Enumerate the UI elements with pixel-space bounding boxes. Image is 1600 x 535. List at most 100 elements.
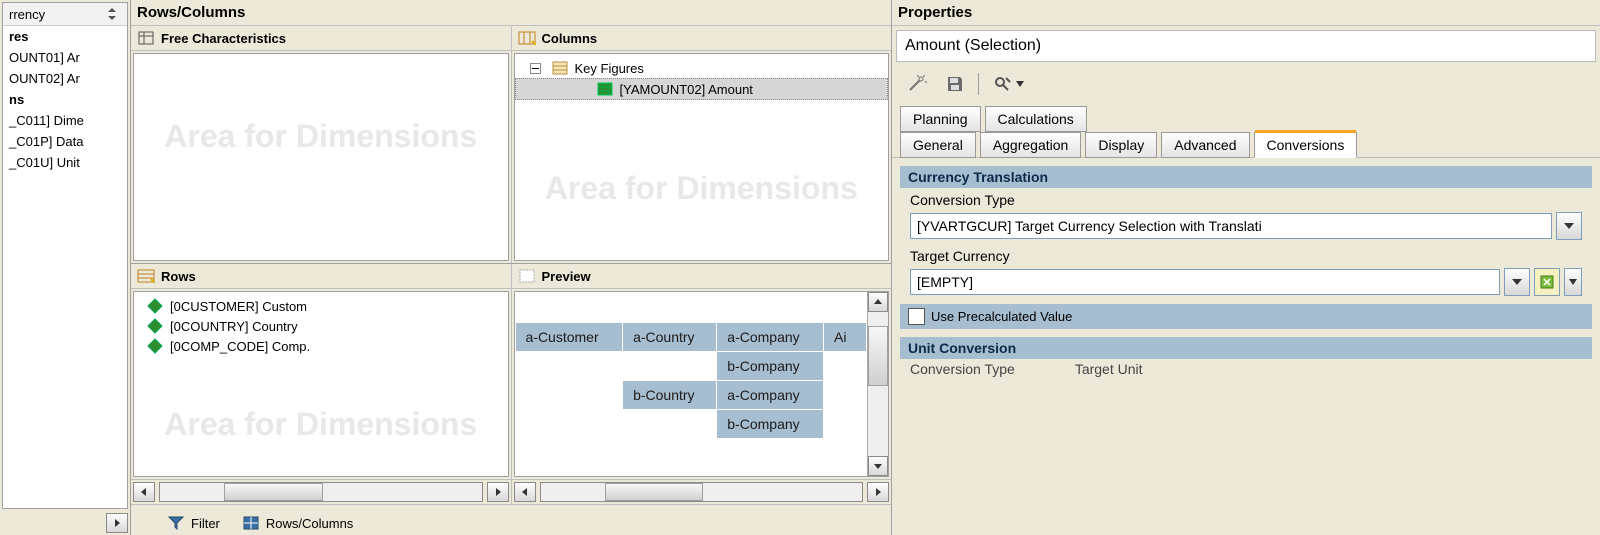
left-item[interactable]: _C01P] Data <box>3 131 127 152</box>
cell-blank <box>623 410 717 439</box>
tools-dropdown-button[interactable] <box>987 70 1029 98</box>
rows-columns-title: Rows/Columns <box>131 0 891 26</box>
row-item-label: [0COMP_CODE] Comp. <box>170 339 310 354</box>
preview-header: Preview <box>512 264 892 289</box>
label-target-currency: Target Currency <box>900 244 1592 264</box>
row-item-compcode[interactable]: [0COMP_CODE] Comp. <box>134 336 508 356</box>
wand-button[interactable] <box>902 70 932 98</box>
free-characteristics-dropzone[interactable]: Area for Dimensions <box>133 53 509 261</box>
tab-general[interactable]: General <box>900 132 976 158</box>
scroll-track[interactable] <box>868 312 888 456</box>
table-row: b-Company <box>515 352 867 381</box>
tab-advanced[interactable]: Advanced <box>1161 132 1249 158</box>
left-item[interactable]: _C01U] Unit <box>3 152 127 173</box>
columns-label: Columns <box>542 31 598 46</box>
rows-tree[interactable]: [0CUSTOMER] Custom [0COUNTRY] Country [0… <box>133 291 509 477</box>
row-item-customer[interactable]: [0CUSTOMER] Custom <box>134 296 508 316</box>
cell: b-Company <box>717 410 824 439</box>
scroll-right-button[interactable] <box>867 482 889 502</box>
rows-icon <box>137 268 155 284</box>
scroll-track[interactable] <box>540 482 864 502</box>
tree-node-label: Key Figures <box>575 61 644 76</box>
row-item-country[interactable]: [0COUNTRY] Country <box>134 316 508 336</box>
rows-hscroll <box>131 479 511 504</box>
tab-planning[interactable]: Planning <box>900 106 981 132</box>
columns-tree[interactable]: Key Figures [YAMOUNT02] Amount Area for … <box>514 53 890 261</box>
scroll-thumb[interactable] <box>868 326 888 386</box>
sort-icon[interactable] <box>103 6 121 22</box>
tree-node-amount[interactable]: [YAMOUNT02] Amount <box>515 78 889 100</box>
tab-rows-columns[interactable]: Rows/Columns <box>236 511 359 535</box>
left-item[interactable]: _C011] Dime <box>3 110 127 131</box>
scroll-thumb[interactable] <box>224 483 322 501</box>
group-currency-translation: Currency Translation <box>900 166 1592 188</box>
columns-header: Columns <box>512 26 892 51</box>
left-item[interactable]: OUNT02] Ar <box>3 68 127 89</box>
left-item[interactable]: OUNT01] Ar <box>3 47 127 68</box>
columns-pane: Columns Key Figures <box>512 26 892 263</box>
mid-bottom: Rows [0CUSTOMER] Custom [0COUNTRY] Count… <box>131 263 891 504</box>
target-currency-variable-dropdown[interactable] <box>1564 268 1582 296</box>
preview-grid-wrap: a-Customer a-Country a-Company Ai b-Comp… <box>514 291 890 477</box>
scroll-thumb[interactable] <box>605 483 703 501</box>
left-group[interactable]: res <box>3 26 127 47</box>
dimension-icon <box>146 338 164 354</box>
dimension-icon <box>146 318 164 334</box>
target-currency-input[interactable]: [EMPTY] <box>910 269 1500 295</box>
scroll-left-button[interactable] <box>133 482 155 502</box>
rows-pane: Rows [0CUSTOMER] Custom [0COUNTRY] Count… <box>131 264 512 504</box>
app-root: rrency res OUNT01] Ar OUNT02] Ar ns _C01… <box>0 0 1600 535</box>
filter-icon <box>167 515 185 531</box>
row-item-label: [0COUNTRY] Country <box>170 319 298 334</box>
cell: b-Company <box>717 352 824 381</box>
toolbar-separator <box>978 73 979 95</box>
left-panel: rrency res OUNT01] Ar OUNT02] Ar ns _C01… <box>0 0 131 535</box>
properties-toolbar <box>892 66 1600 102</box>
scroll-right-button[interactable] <box>106 513 128 533</box>
label-unit-conversion-type: Conversion Type <box>910 361 1015 377</box>
left-header-label: rrency <box>9 7 45 22</box>
tab-filter-label: Filter <box>191 516 220 531</box>
scroll-up-button[interactable] <box>868 292 888 312</box>
left-header[interactable]: rrency <box>3 3 127 26</box>
target-currency-variable-button[interactable] <box>1534 268 1560 296</box>
preview-vscroll <box>867 292 888 476</box>
preview-pane: Preview a-Customer a-Country a-Company A… <box>512 264 892 504</box>
dimension-icon <box>146 298 164 314</box>
target-currency-dropdown-button[interactable] <box>1504 268 1530 296</box>
tab-conversions[interactable]: Conversions <box>1254 132 1358 158</box>
cell: a-Country <box>623 323 717 352</box>
cell-blank <box>824 352 867 381</box>
watermark-text: Area for Dimensions <box>144 120 498 152</box>
left-tree: rrency res OUNT01] Ar OUNT02] Ar ns _C01… <box>2 2 128 509</box>
collapse-icon[interactable] <box>527 60 545 76</box>
scroll-down-button[interactable] <box>868 456 888 476</box>
rows-label: Rows <box>161 269 196 284</box>
tab-display[interactable]: Display <box>1085 132 1157 158</box>
properties-panel: Properties Amount (Selection) Planning C… <box>892 0 1600 535</box>
cell-blank <box>515 410 623 439</box>
use-precalculated-checkbox[interactable] <box>908 308 925 325</box>
preview-label: Preview <box>542 269 591 284</box>
label-target-unit: Target Unit <box>1075 361 1143 377</box>
scroll-right-button[interactable] <box>487 482 509 502</box>
tab-calculations[interactable]: Calculations <box>985 106 1087 132</box>
cell-blank <box>824 410 867 439</box>
rows-columns-panel: Rows/Columns Free Characteristics Area f… <box>131 0 892 535</box>
conversion-type-input[interactable]: [YVARTGCUR] Target Currency Selection wi… <box>910 213 1552 239</box>
watermark-text: Area for Dimensions <box>525 172 879 204</box>
cell: a-Company <box>717 323 824 352</box>
scroll-track[interactable] <box>159 482 483 502</box>
cell: b-Country <box>623 381 717 410</box>
conversion-type-combo: [YVARTGCUR] Target Currency Selection wi… <box>910 212 1582 240</box>
scroll-left-button[interactable] <box>514 482 536 502</box>
conversion-type-dropdown-button[interactable] <box>1556 212 1582 240</box>
bottom-tabs: Filter Rows/Columns <box>131 504 891 535</box>
tree-node-keyfigures[interactable]: Key Figures <box>515 58 889 78</box>
tab-aggregation[interactable]: Aggregation <box>980 132 1082 158</box>
left-group[interactable]: ns <box>3 89 127 110</box>
properties-subject: Amount (Selection) <box>896 30 1596 62</box>
properties-tabs-row2: General Aggregation Display Advanced Con… <box>892 132 1600 158</box>
tab-filter[interactable]: Filter <box>161 511 226 535</box>
save-button[interactable] <box>940 70 970 98</box>
